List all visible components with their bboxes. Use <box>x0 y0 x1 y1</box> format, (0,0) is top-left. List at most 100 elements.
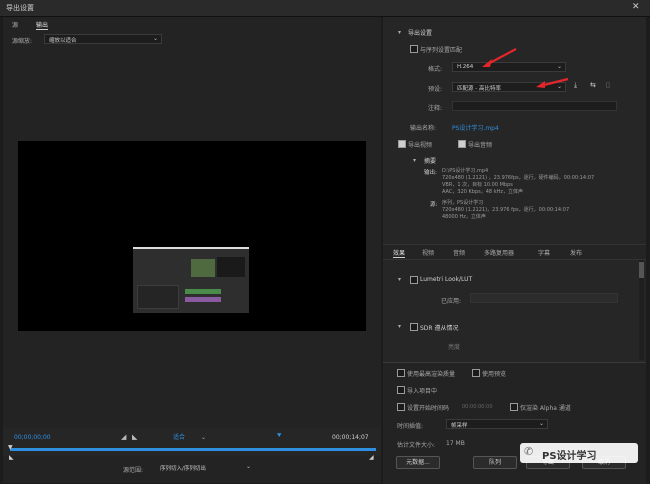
watermark-badge: ✆ PS设计学习 <box>520 443 638 463</box>
tab-video[interactable]: 视频 <box>422 248 434 257</box>
chevron-down-icon: ⌄ <box>200 434 206 441</box>
fit-value: 适合 <box>173 434 186 441</box>
summary-source-line: 48000 Hz，立体声 <box>442 214 486 220</box>
window-title: 导出设置 <box>6 4 34 12</box>
scrollbar-thumb[interactable] <box>639 262 644 278</box>
end-timecode: 00;00;14;07 <box>332 434 369 441</box>
lumetri-checkbox[interactable] <box>410 276 418 284</box>
start-timecode-label: 设置开始时间码 <box>407 405 450 412</box>
summary-title: 摘要 <box>424 158 437 165</box>
close-icon[interactable]: ✕ <box>632 2 640 12</box>
alpha-only-label: 仅渲染 Alpha 通道 <box>520 405 571 412</box>
collapse-icon[interactable]: ▾ <box>413 157 416 164</box>
collapse-icon[interactable]: ▾ <box>398 29 401 36</box>
preview-frame-thumbnail <box>133 247 249 313</box>
current-timecode[interactable]: 00;00;00;00 <box>14 434 51 441</box>
use-preview-checkbox[interactable] <box>472 369 480 377</box>
timeline-track[interactable] <box>10 448 376 451</box>
preset-label: 预设: <box>428 86 443 93</box>
file-size-label: 估计文件大小: <box>397 442 436 449</box>
import-project-label: 导入项目中 <box>407 388 438 395</box>
source-scale-label: 源缩放: <box>12 38 33 45</box>
import-project-checkbox[interactable] <box>397 386 405 394</box>
summary-output-line: VBR，1 次，目标 10.00 Mbps <box>442 182 513 188</box>
save-preset-icon[interactable]: ⤓ <box>574 81 577 90</box>
playhead-icon[interactable]: ▼ <box>8 444 13 451</box>
source-range-dropdown[interactable]: 序列切入/序列切出 ⌄ <box>156 463 254 473</box>
export-settings-title: 导出设置 <box>408 30 433 37</box>
summary-output-text: D:\PS设计学习.mp4 720x480 (1.2121) ，23.976fp… <box>442 168 632 196</box>
tab-effects[interactable]: 效果 <box>393 248 406 258</box>
source-scale-value: 缩放以适合 <box>49 38 77 44</box>
export-audio-checkbox[interactable] <box>458 140 466 148</box>
playhead-marker-icon[interactable]: ⯆ <box>276 431 282 441</box>
lumetri-applied-dropdown[interactable] <box>470 293 618 303</box>
export-video-checkbox[interactable] <box>398 140 406 148</box>
lumetri-applied-label: 已应用: <box>441 298 462 305</box>
summary-output-line: AAC，320 Kbps，48 kHz，立体声 <box>442 189 523 195</box>
preset-value: 匹配源 - 高比特率 <box>457 86 501 92</box>
collapse-icon[interactable]: ▾ <box>398 323 401 330</box>
source-scale-dropdown[interactable]: 缩放以适合 ⌄ <box>44 34 162 44</box>
tab-audio[interactable]: 音频 <box>453 248 465 257</box>
tab-output[interactable]: 输出 <box>36 20 49 30</box>
range-end-handle-icon[interactable]: ◢ <box>369 454 374 461</box>
annotation-arrow-preset-icon <box>536 77 569 88</box>
tab-publish[interactable]: 发布 <box>570 248 582 257</box>
summary-source-line: 720x480 (1.2121)，23.976 fps，逐行，00:00:14:… <box>442 207 570 213</box>
output-name-link[interactable]: PS设计学习.mp4 <box>452 123 499 132</box>
watermark-text: PS设计学习 <box>542 451 597 462</box>
summary-output-label: 输出: <box>424 170 437 176</box>
summary-source-label: 源: <box>430 202 438 208</box>
thumbnail-panel <box>217 257 245 277</box>
comment-label: 注释: <box>428 105 443 112</box>
import-preset-icon[interactable]: ⇆ <box>590 81 596 89</box>
export-audio-label: 导出音频 <box>468 142 493 149</box>
summary-source-text: 序列，PS设计学习 720x480 (1.2121)，23.976 fps，逐行… <box>442 200 632 221</box>
window-titlebar: 导出设置 ✕ <box>0 0 650 17</box>
range-start-handle-icon[interactable]: ◣ <box>9 454 14 461</box>
max-render-checkbox[interactable] <box>397 369 405 377</box>
match-sequence-label: 与序列设置匹配 <box>420 47 463 54</box>
fit-dropdown[interactable]: 适合 ⌄ <box>173 432 211 441</box>
format-value: H.264 <box>457 64 474 70</box>
metadata-button[interactable]: 元数据... <box>396 456 440 469</box>
thumbnail-clip-green <box>185 289 221 294</box>
source-range-value: 序列切入/序列切出 <box>160 466 206 472</box>
time-interpolation-dropdown[interactable]: 帧采样 ⌄ <box>446 419 548 429</box>
tab-source[interactable]: 源 <box>12 20 18 29</box>
chevron-down-icon: ⌄ <box>556 63 562 70</box>
delete-preset-icon[interactable]: ▯ <box>606 81 610 89</box>
sdr-label: SDR 遵从情况 <box>420 325 459 332</box>
effects-scrollbar[interactable] <box>639 260 644 360</box>
format-label: 格式: <box>428 66 443 73</box>
start-timecode-value[interactable]: 00;00;00;00 <box>462 404 493 410</box>
thumbnail-panel <box>137 285 179 309</box>
sdr-brightness-label: 亮度 <box>448 344 461 351</box>
time-interpolation-label: 时间插值: <box>397 423 424 430</box>
mark-out-icon[interactable]: ◣ <box>132 433 137 441</box>
output-name-label: 输出名称: <box>410 125 437 132</box>
thumbnail-clip-purple <box>185 297 221 302</box>
start-timecode-checkbox[interactable] <box>397 403 405 411</box>
mark-in-icon[interactable]: ◢ <box>121 433 126 441</box>
tab-multiplexer[interactable]: 多路复用器 <box>484 248 514 257</box>
export-video-label: 导出视频 <box>408 142 433 149</box>
chevron-down-icon: ⌄ <box>152 35 158 42</box>
tab-captions[interactable]: 字幕 <box>538 248 550 257</box>
chevron-down-icon: ⌄ <box>538 420 544 427</box>
match-sequence-checkbox[interactable] <box>410 45 418 53</box>
queue-button[interactable]: 队列 <box>473 456 517 469</box>
lumetri-label: Lumetri Look/LUT <box>420 276 473 283</box>
thumbnail-image <box>191 259 215 277</box>
comment-input[interactable] <box>452 101 617 111</box>
summary-output-line: 720x480 (1.2121) ，23.976fps，逐行，硬件编码，00:0… <box>442 175 595 181</box>
annotation-arrow-format-icon <box>482 48 517 67</box>
file-size-value: 17 MB <box>446 440 465 447</box>
summary-output-line: D:\PS设计学习.mp4 <box>442 168 489 174</box>
alpha-only-checkbox[interactable] <box>510 403 518 411</box>
collapse-icon[interactable]: ▾ <box>398 276 401 283</box>
sdr-checkbox[interactable] <box>410 323 418 331</box>
use-preview-label: 使用预览 <box>482 371 507 378</box>
time-interpolation-value: 帧采样 <box>451 423 468 429</box>
